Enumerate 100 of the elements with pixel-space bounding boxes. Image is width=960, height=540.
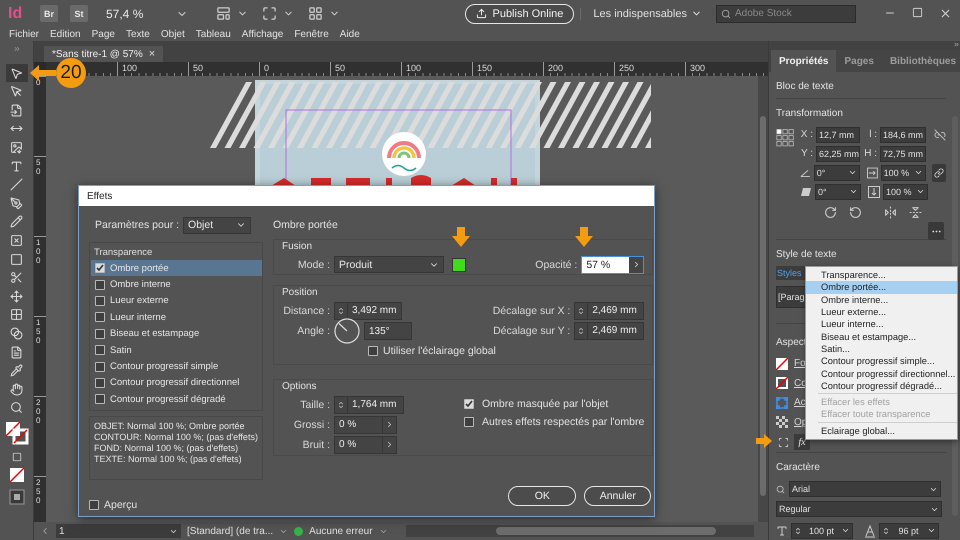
effect-item[interactable]: Biseau et estampage <box>91 326 262 342</box>
field-label: Y : <box>800 148 813 159</box>
ruler-label: 50 <box>335 63 346 73</box>
ruler-label: 0 <box>264 63 270 73</box>
zoom-level[interactable]: 57,4 % <box>106 6 170 20</box>
checkbox-label: Autres effets respectés par l'ombre <box>482 416 644 428</box>
font-field[interactable]: Arial <box>789 481 941 497</box>
effect-item[interactable]: Ombre interne <box>91 276 262 293</box>
size-field[interactable]: 1,764 mm <box>334 396 404 414</box>
effect-item[interactable]: Contour progressif directionnel <box>91 374 262 392</box>
ruler-label: 250 <box>36 479 42 506</box>
appearance-label[interactable]: Ac <box>794 397 806 408</box>
menu-item: Effacer les effets <box>820 396 891 408</box>
status-text: Aucune erreur <box>309 526 373 536</box>
bridge-button[interactable]: Br <box>40 5 58 22</box>
ruler-label: 300 <box>690 63 706 73</box>
menu-item[interactable]: Lueur externe... <box>806 306 957 318</box>
search-field[interactable]: Adobe Stock <box>716 4 856 22</box>
mode-dropdown[interactable]: Produit <box>334 256 444 273</box>
menu-item[interactable]: Lueur interne... <box>806 318 957 330</box>
field-label: H : <box>863 148 877 159</box>
menu-item[interactable]: Biseau et estampage... <box>806 330 957 343</box>
noise-field[interactable]: 0 % <box>334 436 397 454</box>
effect-item[interactable]: Contour progressif dégradé <box>91 391 262 408</box>
checkbox-label: Ombre masquée par l'objet <box>482 398 608 410</box>
summary-line: CONTOUR: Normal 100 %; (pas d'effets) <box>94 432 258 443</box>
menu-item: Effacer toute transparence <box>820 408 932 421</box>
dialog-title: Effets <box>79 186 654 206</box>
publish-online-button[interactable]: Publish Online <box>465 4 574 24</box>
workspace-dropdown[interactable]: Les indispensables <box>580 8 710 20</box>
summary-line: TEXTE: Normal 100 %; (pas d'effets) <box>94 454 243 465</box>
menu-item[interactable]: Fichier <box>9 28 40 40</box>
distance-field[interactable]: 3,492 mm <box>334 302 402 320</box>
summary-line: FOND: Normal 100 %; (pas d'effets) <box>94 442 240 454</box>
menu-item[interactable]: Satin... <box>806 342 957 356</box>
document-tab[interactable]: *Sans titre-1 @ 57% × <box>44 46 164 62</box>
effect-item[interactable]: Contour progressif simple <box>91 358 262 375</box>
section-title: Style de texte <box>776 249 837 260</box>
width-field[interactable]: 184,6 mm <box>880 126 926 142</box>
ruler-label: 150 <box>36 319 42 346</box>
rotation-field[interactable]: 0° <box>814 164 860 180</box>
x-field[interactable]: 12,7 mm <box>816 126 860 142</box>
menu-item[interactable]: Texte <box>126 28 150 40</box>
ruler-label: 50 <box>193 63 204 73</box>
height-field[interactable]: 72,75 mm <box>880 146 926 162</box>
effect-item[interactable]: Lueur externe <box>91 292 262 310</box>
menu-item[interactable]: Fenêtre <box>294 28 329 40</box>
font-size-field[interactable]: 100 pt <box>791 522 853 538</box>
menu-item[interactable]: Ombre interne... <box>806 294 957 306</box>
offset-x-field[interactable]: 2,469 mm <box>574 302 644 320</box>
menu-item[interactable]: Contour progressif dégradé... <box>806 380 957 392</box>
scale-y-field[interactable]: 100 % <box>883 184 928 200</box>
ruler-label: 100 <box>406 63 422 73</box>
scale-x-field[interactable]: 100 % <box>880 164 926 180</box>
cancel-button[interactable]: Annuler <box>584 486 652 506</box>
effect-item[interactable]: Satin <box>91 342 262 358</box>
settings-dropdown[interactable]: Objet <box>183 216 252 234</box>
menu-item[interactable]: Eclairage global... <box>806 424 957 437</box>
angle-field[interactable]: 135° <box>364 322 412 340</box>
y-field[interactable]: 62,25 mm <box>816 146 860 162</box>
field-label: Taille : <box>299 398 330 410</box>
field-label: Décalage sur X : <box>492 304 570 316</box>
field-label: X : <box>800 129 813 140</box>
field-label: Décalage sur Y : <box>493 324 570 336</box>
field-label: Paramètres pour : <box>95 219 180 231</box>
menu-item[interactable]: Contour progressif simple... <box>806 355 957 368</box>
section-title: Caractère <box>776 462 820 473</box>
shear-field[interactable]: 0° <box>815 184 861 200</box>
menu-item[interactable]: Contour progressif directionnel... <box>806 367 957 380</box>
field-label: l : <box>868 129 877 140</box>
ruler-label: 250 <box>619 63 634 73</box>
group-legend: Position <box>282 287 644 301</box>
opacity-field[interactable]: 57 % <box>581 256 644 274</box>
close-tab-button[interactable]: × <box>148 48 156 60</box>
leading-field[interactable]: 96 pt <box>879 522 939 538</box>
menu-item[interactable]: Ombre portée... <box>806 281 957 294</box>
appearance-label[interactable]: Fo <box>794 358 806 370</box>
stock-button[interactable]: St <box>70 5 88 22</box>
summary-line: OBJET: Normal 100 %; Ombre portée <box>94 420 246 432</box>
menu-item[interactable]: Affichage <box>242 28 284 40</box>
field-label: Mode : <box>296 258 330 270</box>
menu-item[interactable]: Objet <box>160 28 185 40</box>
menu-item[interactable]: Transparence... <box>806 269 957 282</box>
font-style-field[interactable]: Regular <box>776 501 942 517</box>
menu-item[interactable]: Tableau <box>196 28 231 40</box>
field-label: Angle : <box>296 325 330 337</box>
page-field[interactable]: 1 <box>56 524 181 538</box>
offset-y-field[interactable]: 2,469 mm <box>574 322 644 340</box>
status-text: [Standard] (de tra... <box>187 526 274 536</box>
checkbox-label: Aperçu <box>104 498 138 511</box>
spread-field[interactable]: 0 % <box>334 416 397 434</box>
ok-button[interactable]: OK <box>508 486 576 506</box>
effect-item[interactable]: Lueur interne <box>91 309 262 326</box>
menu-item[interactable]: Aide <box>340 28 360 40</box>
menu-item[interactable]: Edition <box>50 28 81 40</box>
effect-item[interactable]: Ombre portée <box>91 260 262 276</box>
panel-tab[interactable]: Propriétés <box>771 50 836 72</box>
list-header: Transparence <box>93 246 154 260</box>
app-logo: Id <box>8 4 24 22</box>
menu-item[interactable]: Page <box>92 28 115 40</box>
